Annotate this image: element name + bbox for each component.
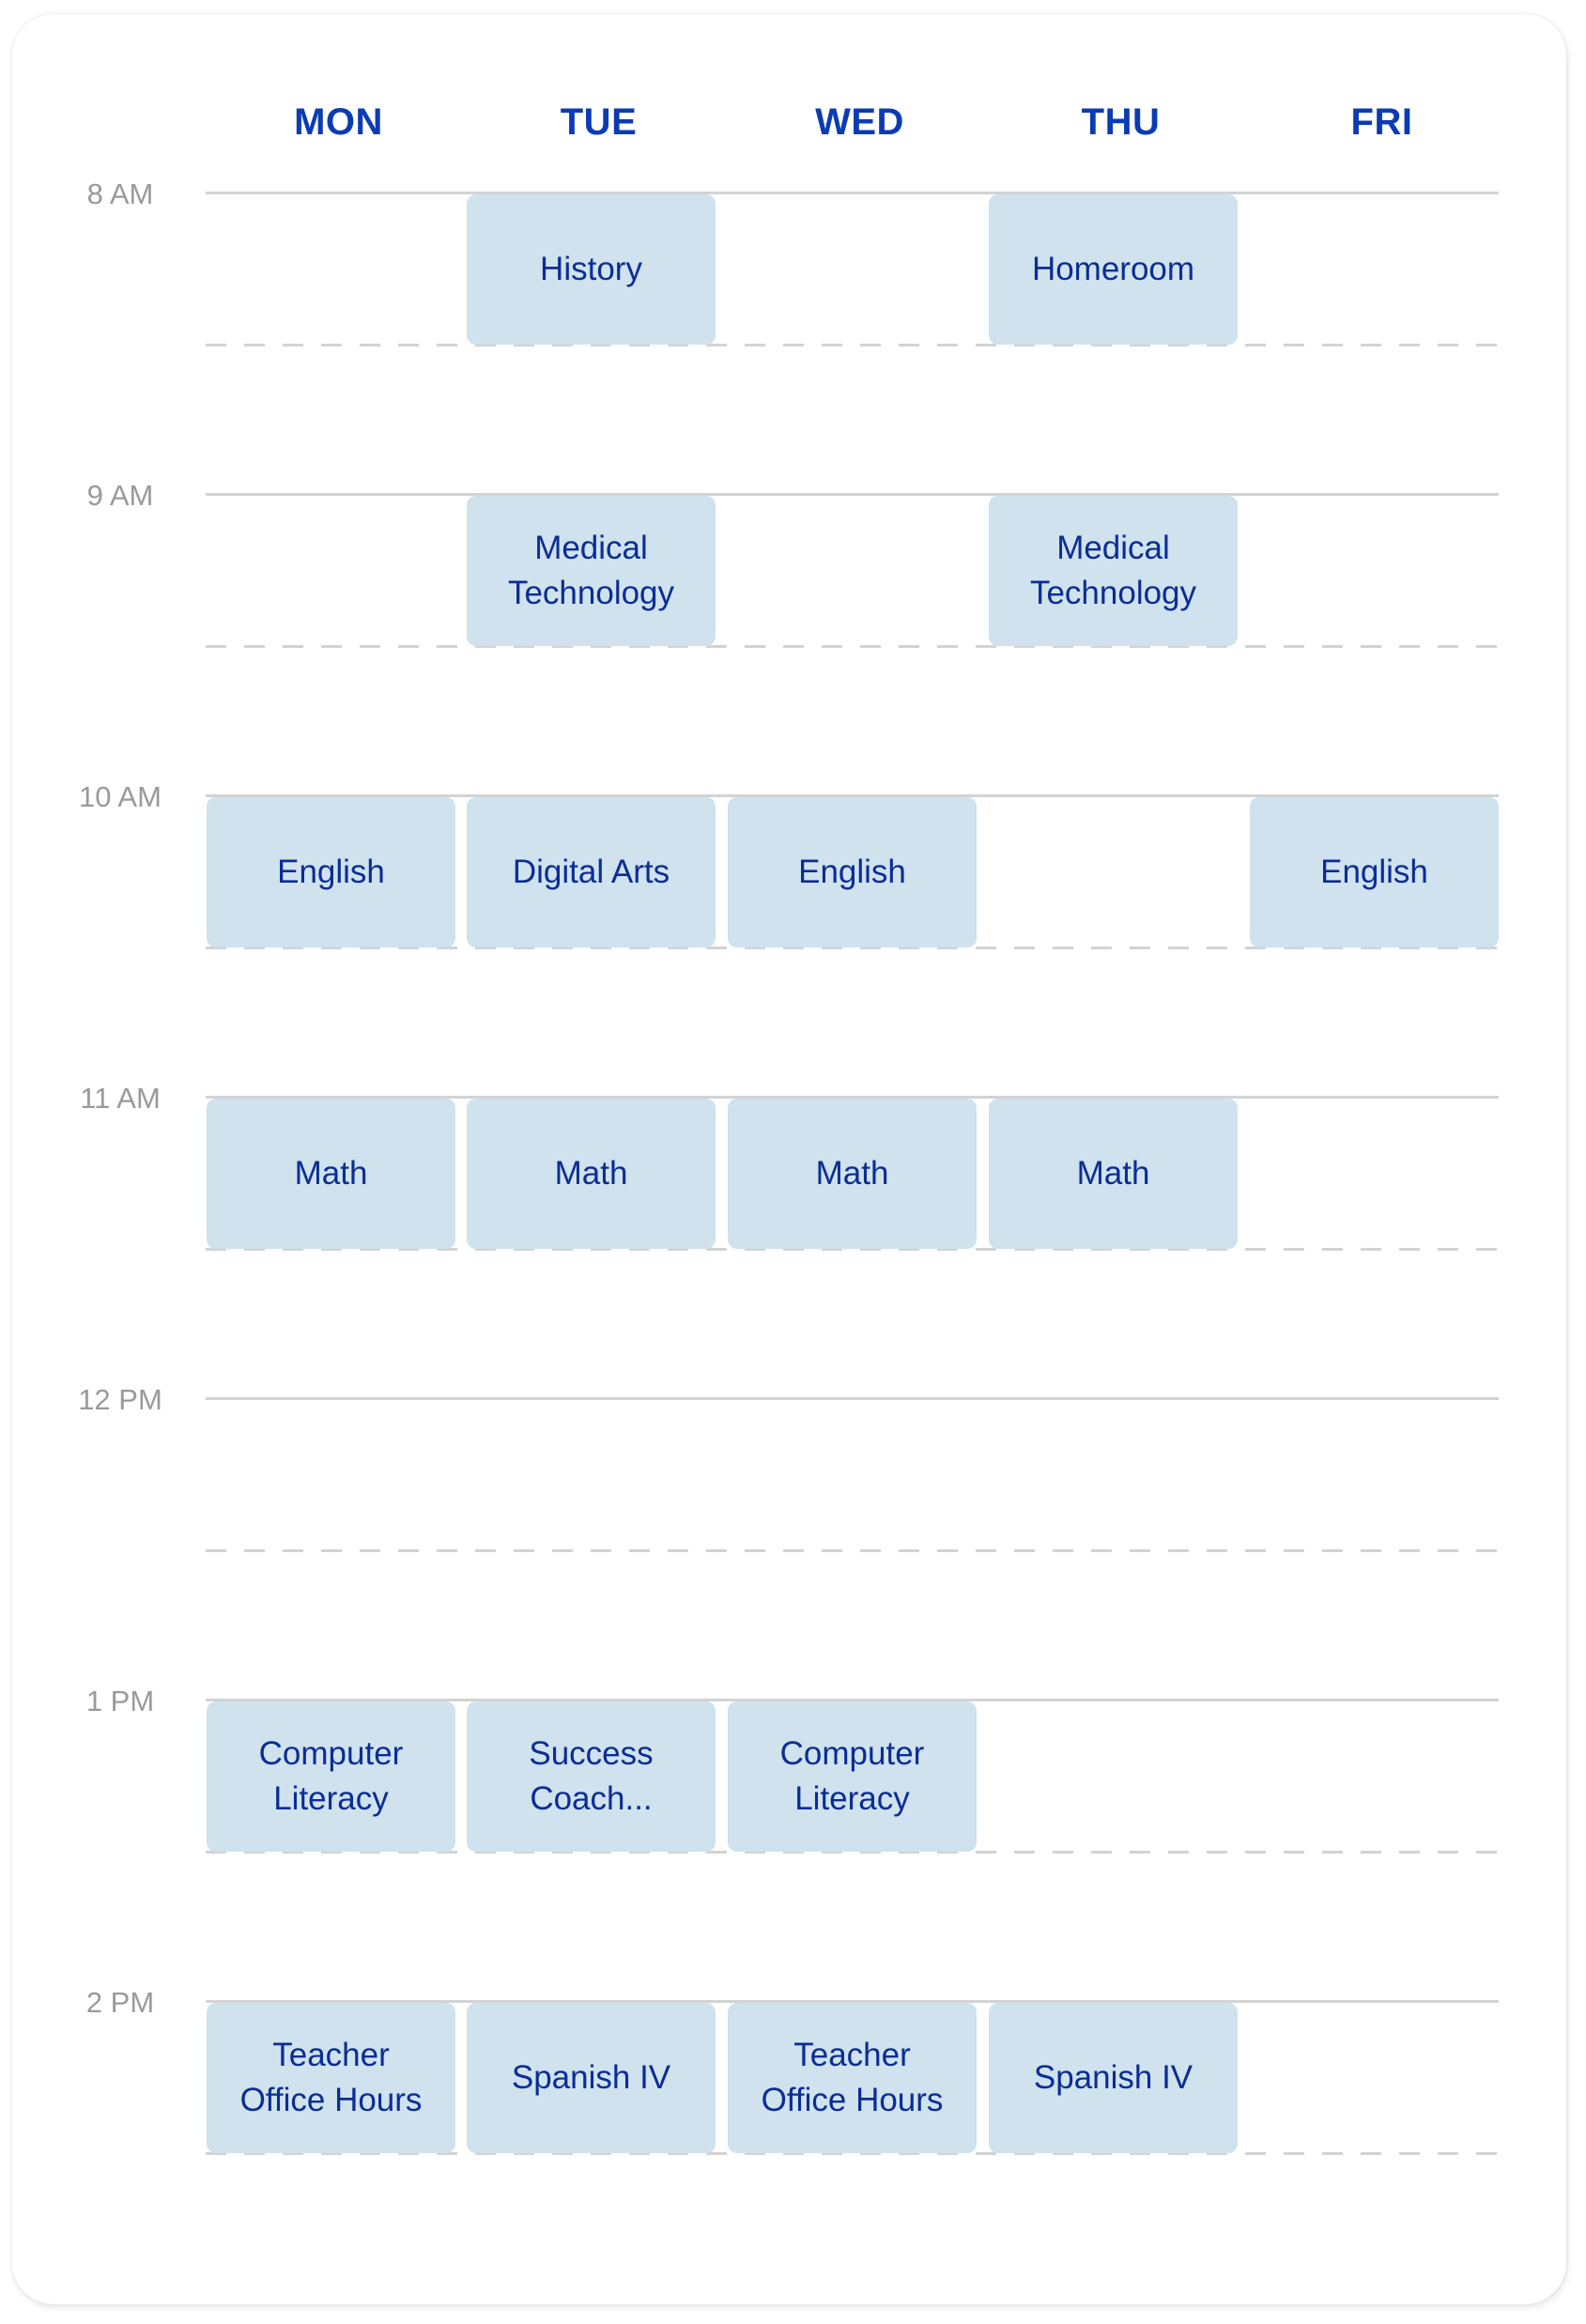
class-block[interactable]: Computer Literacy: [207, 1701, 455, 1852]
day-header-mon: MON: [294, 101, 383, 143]
class-block[interactable]: English: [1250, 797, 1499, 947]
time-label: 2 PM: [85, 1986, 155, 2019]
half-hour-gridline: [206, 1549, 1499, 1552]
class-block[interactable]: Homeroom: [989, 194, 1238, 345]
time-label: 8 AM: [86, 177, 154, 210]
class-block[interactable]: Spanish IV: [467, 2003, 716, 2153]
day-header-tue: TUE: [560, 101, 638, 143]
half-hour-gridline: [206, 344, 1499, 346]
day-header-thu: THU: [1081, 101, 1161, 143]
time-label: 9 AM: [86, 479, 154, 512]
class-block[interactable]: Spanish IV: [989, 2003, 1238, 2153]
class-block[interactable]: Computer Literacy: [728, 1701, 977, 1852]
time-label: 10 AM: [79, 780, 162, 813]
class-block[interactable]: English: [207, 797, 455, 947]
class-block[interactable]: Math: [207, 1099, 455, 1249]
class-block[interactable]: Medical Technology: [467, 496, 716, 646]
class-block[interactable]: History: [467, 194, 716, 345]
hour-gridline: [206, 1397, 1499, 1400]
day-header-wed: WED: [815, 101, 904, 143]
time-label: 11 AM: [80, 1082, 161, 1115]
class-block[interactable]: Success Coach...: [467, 1701, 716, 1852]
hour-gridline: [206, 493, 1499, 496]
class-block[interactable]: Digital Arts: [467, 797, 716, 947]
half-hour-gridline: [206, 645, 1499, 648]
class-block[interactable]: Math: [467, 1099, 716, 1249]
class-block[interactable]: English: [728, 797, 977, 947]
class-block[interactable]: Teacher Office Hours: [728, 2003, 977, 2153]
class-block[interactable]: Math: [989, 1099, 1238, 1249]
time-label: 12 PM: [78, 1383, 162, 1416]
class-block[interactable]: Teacher Office Hours: [207, 2003, 455, 2153]
class-block[interactable]: Math: [728, 1099, 977, 1249]
hour-gridline: [206, 192, 1499, 194]
class-block[interactable]: Medical Technology: [989, 496, 1238, 646]
time-label: 1 PM: [85, 1685, 155, 1717]
day-header-fri: FRI: [1350, 101, 1413, 143]
